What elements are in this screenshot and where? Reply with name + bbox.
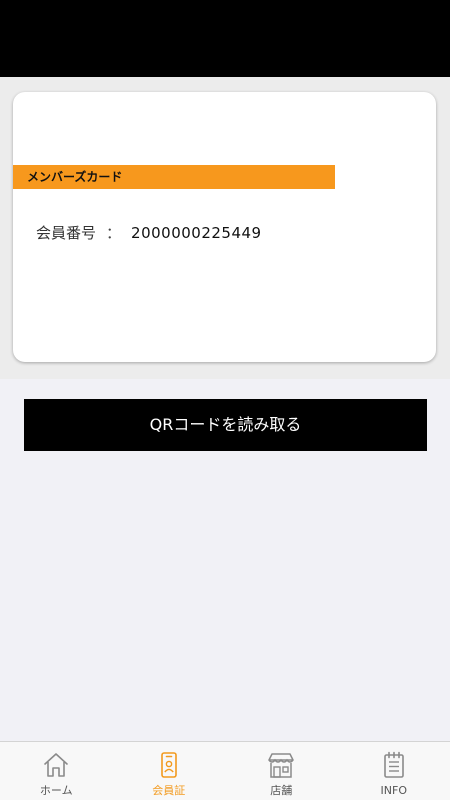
card-title: メンバーズカード [13, 165, 335, 189]
tab-home[interactable]: ホーム [0, 742, 113, 800]
member-number-row: 会員番号 ： 2000000225449 [36, 222, 262, 244]
member-number-value: 2000000225449 [131, 224, 262, 242]
tab-member-card[interactable]: 会員証 [113, 742, 226, 800]
notepad-icon [383, 751, 404, 778]
member-number-separator: ： [106, 224, 122, 242]
tab-home-label: ホーム [39, 784, 73, 797]
tab-bar: ホーム 会員証 店舗 INFO [0, 741, 450, 800]
status-bar [0, 0, 450, 77]
member-card-icon [160, 752, 177, 778]
tab-member-card-label: 会員証 [152, 784, 186, 797]
tab-store[interactable]: 店舗 [225, 742, 338, 800]
card-area: メンバーズカード 会員番号 ： 2000000225449 [0, 77, 450, 379]
tab-info-label: INFO [380, 784, 407, 797]
tab-store-label: 店舗 [270, 784, 293, 797]
tab-info[interactable]: INFO [338, 742, 450, 800]
home-icon [44, 753, 69, 777]
scan-qr-button[interactable]: QRコードを読み取る [24, 399, 427, 451]
store-icon [268, 753, 294, 778]
member-number-label: 会員番号 [36, 224, 97, 242]
member-card: メンバーズカード 会員番号 ： 2000000225449 [13, 92, 436, 362]
